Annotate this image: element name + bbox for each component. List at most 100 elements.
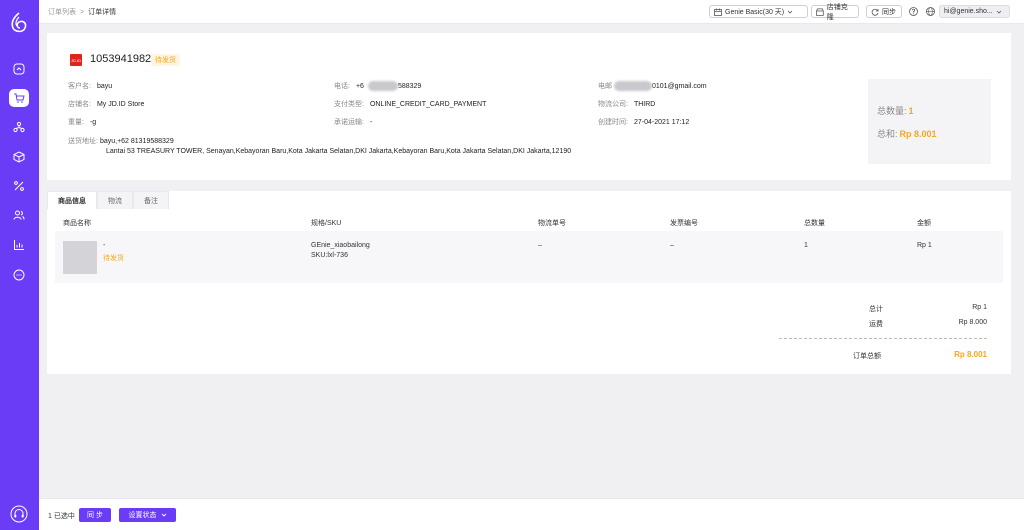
items-card: 商品信息 物流 备注 商品名称 规格/SKU 物流单号 发票编号 总数量 金额 … xyxy=(47,191,1011,374)
dashboard-icon xyxy=(13,63,25,75)
email-field: 电邮 0101@gmail.com xyxy=(598,81,707,92)
order-info-card: JD.ID 1053941982 待发货 客户名: bayu 电话: +6 58832… xyxy=(47,33,1011,180)
product-thumbnail[interactable] xyxy=(63,241,97,274)
detail-tabs: 商品信息 物流 备注 xyxy=(47,191,169,209)
refresh-icon xyxy=(871,8,879,16)
phone-label: 电话: xyxy=(334,83,350,90)
sidebar-item-promotions[interactable] xyxy=(9,177,29,195)
address-line-2: Lantai 53 TREASURY TOWER, Senayan,Kebayo… xyxy=(106,148,572,155)
payment-label: 支付类型: xyxy=(334,101,364,108)
customer-field: 客户名: bayu xyxy=(68,81,112,91)
account-menu[interactable]: hi@genie.sho... xyxy=(939,5,1010,18)
summary-total-label: 总和: xyxy=(877,129,898,139)
users-icon xyxy=(13,210,25,220)
set-status-button[interactable]: 设置状态 xyxy=(119,508,176,522)
weight-value: -g xyxy=(89,119,97,126)
column-header: 金额 xyxy=(917,219,931,227)
product-spec: GEnie_xiaobailong xyxy=(311,242,370,249)
bulk-sync-button[interactable]: 同 步 xyxy=(79,508,111,522)
column-header: 物流单号 xyxy=(538,219,566,227)
breadcrumb-current: 订单详情 xyxy=(88,9,117,16)
tab-product-info[interactable]: 商品信息 xyxy=(47,191,97,209)
sidebar-item-customers[interactable] xyxy=(9,206,29,224)
customer-value: bayu xyxy=(96,83,113,90)
chevron-down-icon xyxy=(787,10,793,14)
breadcrumb-parent[interactable]: 订单列表 xyxy=(48,9,76,16)
shipping-value: Rp 8.000 xyxy=(958,319,987,326)
sync-button[interactable]: 同步 xyxy=(866,5,902,18)
logo-icon[interactable] xyxy=(9,12,29,34)
store-icon xyxy=(816,7,824,16)
chevron-down-icon xyxy=(161,513,166,517)
payment-field: 支付类型: ONLINE_CREDIT_CARD_PAYMENT xyxy=(334,99,486,109)
redacted-mark xyxy=(367,81,398,92)
phone-prefix: +6 xyxy=(355,83,364,90)
address-line-1: bayu,+62 81319588329 xyxy=(99,138,174,145)
weight-field: 重量: -g xyxy=(68,117,96,127)
tracking-number: – xyxy=(538,242,542,249)
logistics-label: 物流公司: xyxy=(598,101,628,108)
globe-icon[interactable] xyxy=(925,6,936,17)
invoice-number: – xyxy=(670,242,674,249)
subtotal-label: 总计 xyxy=(869,306,883,313)
created-label: 创建时间: xyxy=(598,119,628,126)
chart-icon xyxy=(14,240,24,250)
product-name[interactable]: - xyxy=(103,242,105,249)
box-icon xyxy=(13,151,25,163)
store-clone-label: 店铺克隆 xyxy=(826,3,848,21)
order-id: 1053941982 xyxy=(90,53,152,65)
divider xyxy=(779,338,987,339)
percent-icon xyxy=(14,181,24,191)
summary-qty: 总数量: 1 xyxy=(877,104,914,117)
sidebar xyxy=(0,0,39,530)
item-amount: Rp 1 xyxy=(917,242,932,249)
top-bar: 订单列表 > 订单详情 Genie Basic(30 天) 店铺克隆 同步 hi@g… xyxy=(39,0,1024,24)
sidebar-item-messages[interactable] xyxy=(9,266,29,284)
sidebar-item-products[interactable] xyxy=(9,148,29,166)
sidebar-item-dashboard[interactable] xyxy=(9,60,29,78)
store-field: 店铺名: My JD.ID Store xyxy=(68,99,144,109)
sync-label: 同步 xyxy=(882,8,896,16)
summary-total-value: Rp 8.001 xyxy=(899,129,937,139)
calendar-icon xyxy=(714,8,722,16)
carrier-value: - xyxy=(369,119,373,126)
carrier-label: 承诺运输: xyxy=(334,119,364,126)
sidebar-item-reports[interactable] xyxy=(9,236,29,254)
product-status: 待发货 xyxy=(103,255,124,262)
headset-icon[interactable] xyxy=(10,505,28,523)
chevron-down-icon xyxy=(996,10,1002,14)
payment-value: ONLINE_CREDIT_CARD_PAYMENT xyxy=(369,101,487,108)
address-label: 送货地址: xyxy=(68,138,98,145)
sidebar-item-organization[interactable] xyxy=(9,118,29,136)
store-clone-button[interactable]: 店铺克隆 xyxy=(811,4,859,21)
email-suffix: 0101@gmail.com xyxy=(652,83,707,90)
plan-label: Genie Basic(30 天) xyxy=(725,8,785,16)
address-field: 送货地址: bayu,+62 81319588329 xyxy=(68,136,174,146)
column-header: 规格/SKU xyxy=(311,219,342,227)
subtotal-value: Rp 1 xyxy=(972,304,987,311)
logistics-value: THIRD xyxy=(633,101,656,108)
tab-logistics[interactable]: 物流 xyxy=(97,191,133,209)
breadcrumb: 订单列表 > 订单详情 xyxy=(48,7,116,17)
grand-total-value: Rp 8.001 xyxy=(954,350,987,359)
plan-selector[interactable]: Genie Basic(30 天) xyxy=(709,5,808,18)
summary-qty-label: 总数量: xyxy=(877,106,907,116)
selected-count: 1 已选中 xyxy=(48,513,75,520)
phone-field: 电话: +6 588329 xyxy=(334,81,421,92)
shipping-label: 运费 xyxy=(869,321,883,328)
column-header: 商品名称 xyxy=(63,219,91,227)
sidebar-item-orders[interactable] xyxy=(9,89,29,107)
product-sku: SKU:lxl-736 xyxy=(311,252,348,259)
grand-total-label: 订单总额 xyxy=(853,353,881,360)
redacted-mark xyxy=(614,81,652,92)
store-value: My JD.ID Store xyxy=(96,101,145,108)
bottom-action-bar: 1 已选中 同 步 设置状态 xyxy=(39,498,1024,530)
carrier-field: 承诺运输: - xyxy=(334,117,372,127)
table-row: - 待发货 GEnie_xiaobailong SKU:lxl-736 – – … xyxy=(55,231,1003,283)
status-badge: 待发货 xyxy=(151,54,180,66)
column-header: 发票编号 xyxy=(670,219,698,227)
tab-notes[interactable]: 备注 xyxy=(133,191,169,209)
help-icon[interactable] xyxy=(908,6,919,17)
created-field: 创建时间: 27-04-2021 17:12 xyxy=(598,117,689,127)
cart-icon xyxy=(14,93,25,103)
